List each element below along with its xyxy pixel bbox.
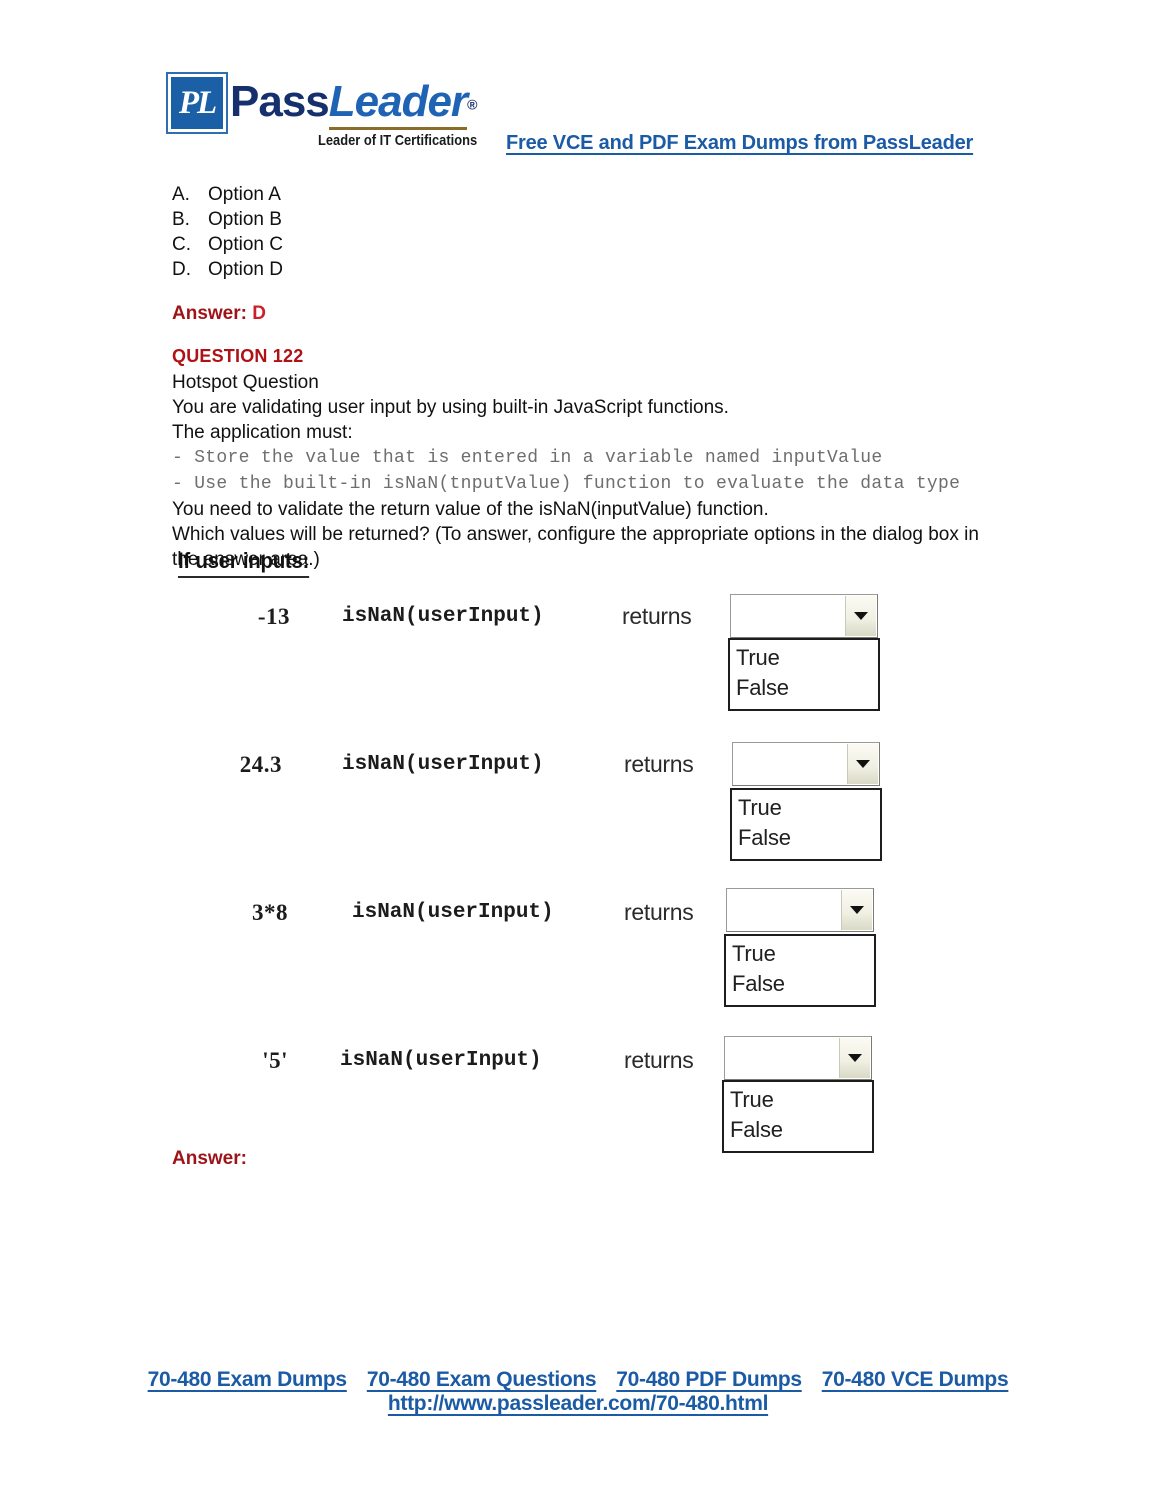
option-label: Option A	[208, 184, 281, 205]
hotspot-row: '5' isNaN(userInput) returns True False	[172, 1034, 902, 1154]
hotspot-title: If user inputs:	[178, 548, 309, 578]
question-type: Hotspot Question	[172, 372, 319, 393]
list-item[interactable]: B. Option B	[172, 207, 872, 232]
hotspot-dropdown-3-options[interactable]: True False	[724, 934, 876, 1007]
option-letter: B.	[172, 209, 190, 230]
list-item[interactable]: D. Option D	[172, 257, 872, 282]
menu-item-true[interactable]: True	[730, 1085, 872, 1115]
logo-wordmark: PassLeader®	[230, 77, 478, 130]
menu-item-false[interactable]: False	[732, 969, 874, 999]
hotspot-dropdown-1-options[interactable]: True False	[728, 638, 880, 711]
question-number: QUESTION 122	[172, 346, 304, 366]
footer-url-link[interactable]: http://www.passleader.com/70-480.html	[388, 1392, 769, 1415]
footer-link-pdf-dumps[interactable]: 70-480 PDF Dumps	[616, 1368, 802, 1392]
hotspot-returns-label: returns	[624, 751, 694, 777]
logo-badge-pl: PL	[166, 72, 228, 134]
previous-answer: Answer: D	[172, 303, 266, 325]
hotspot-dropdown-3[interactable]	[726, 888, 874, 932]
hotspot-row: 24.3 isNaN(userInput) returns True False	[172, 738, 902, 861]
footer-link-row: 70-480 Exam Dumps 70-480 Exam Questions …	[0, 1368, 1156, 1392]
question-line-1: You are validating user input by using b…	[172, 397, 729, 418]
hotspot-function-call: isNaN(userInput)	[342, 753, 544, 776]
hotspot-dropdown-2-options[interactable]: True False	[730, 788, 882, 861]
hotspot-function-call: isNaN(userInput)	[340, 1049, 542, 1072]
footer-link-exam-questions[interactable]: 70-480 Exam Questions	[367, 1368, 597, 1392]
option-label: Option C	[208, 234, 283, 255]
document-page: PL PassLeader® Leader of IT Certificatio…	[0, 0, 1156, 1496]
question-body: Hotspot Question You are validating user…	[172, 370, 992, 572]
hotspot-input-value: -13	[257, 604, 290, 629]
question-requirement-2: - Use the built-in isNaN(tnputValue) fun…	[172, 474, 961, 494]
menu-item-false[interactable]: False	[730, 1115, 872, 1145]
passleader-logo: PL PassLeader®	[166, 72, 478, 134]
logo-word-leader: Leader	[328, 77, 468, 130]
chevron-down-icon[interactable]	[845, 596, 876, 636]
question-line-3: You need to validate the return value of…	[172, 499, 769, 520]
answer-label: Answer:	[172, 1148, 247, 1169]
header-promo-link[interactable]: Free VCE and PDF Exam Dumps from PassLea…	[506, 132, 973, 155]
hotspot-row: 3*8 isNaN(userInput) returns True False	[172, 886, 902, 1007]
menu-item-false[interactable]: False	[736, 673, 878, 703]
option-letter: A.	[172, 184, 190, 205]
hotspot-input-value: '5'	[262, 1048, 288, 1073]
list-item[interactable]: A. Option A	[172, 182, 872, 207]
hotspot-exhibit: If user inputs: -13 isNaN(userInput) ret…	[172, 548, 902, 1158]
menu-item-false[interactable]: False	[738, 823, 880, 853]
hotspot-function-call: isNaN(userInput)	[352, 901, 554, 924]
hotspot-dropdown-4[interactable]	[724, 1036, 872, 1080]
hotspot-function-call: isNaN(userInput)	[342, 605, 544, 628]
option-letter: D.	[172, 259, 191, 280]
chevron-down-icon[interactable]	[841, 890, 872, 930]
previous-answer-value: D	[252, 303, 266, 324]
hotspot-dropdown-2[interactable]	[732, 742, 880, 786]
hotspot-returns-label: returns	[624, 899, 694, 925]
hotspot-row: -13 isNaN(userInput) returns True False	[172, 590, 902, 711]
registered-trademark-icon: ®	[467, 96, 478, 113]
hotspot-dropdown-4-options[interactable]: True False	[722, 1080, 874, 1153]
hotspot-input-value: 3*8	[252, 900, 288, 925]
page-header: PL PassLeader® Leader of IT Certificatio…	[166, 72, 1028, 174]
logo-tagline: Leader of IT Certifications	[318, 132, 478, 149]
hotspot-input-value: 24.3	[239, 752, 282, 777]
list-item[interactable]: C. Option C	[172, 232, 872, 257]
page-footer: 70-480 Exam Dumps 70-480 Exam Questions …	[0, 1368, 1156, 1416]
option-label: Option D	[208, 259, 283, 280]
chevron-down-icon[interactable]	[847, 744, 878, 784]
menu-item-true[interactable]: True	[732, 939, 874, 969]
footer-link-exam-dumps[interactable]: 70-480 Exam Dumps	[148, 1368, 347, 1392]
footer-url-row: http://www.passleader.com/70-480.html	[0, 1392, 1156, 1416]
question-requirement-1: - Store the value that is entered in a v…	[172, 448, 883, 468]
hotspot-returns-label: returns	[624, 1047, 694, 1073]
question-line-2: The application must:	[172, 422, 353, 443]
chevron-down-icon[interactable]	[839, 1038, 870, 1078]
menu-item-true[interactable]: True	[738, 793, 880, 823]
answer-options-list: A. Option A B. Option B C. Option C D. O…	[172, 182, 872, 282]
hotspot-dropdown-1[interactable]	[730, 594, 878, 638]
option-letter: C.	[172, 234, 191, 255]
option-label: Option B	[208, 209, 282, 230]
previous-answer-label: Answer:	[172, 303, 247, 324]
hotspot-returns-label: returns	[622, 603, 692, 629]
menu-item-true[interactable]: True	[736, 643, 878, 673]
logo-word-pass: Pass	[230, 77, 330, 126]
footer-link-vce-dumps[interactable]: 70-480 VCE Dumps	[822, 1368, 1009, 1392]
